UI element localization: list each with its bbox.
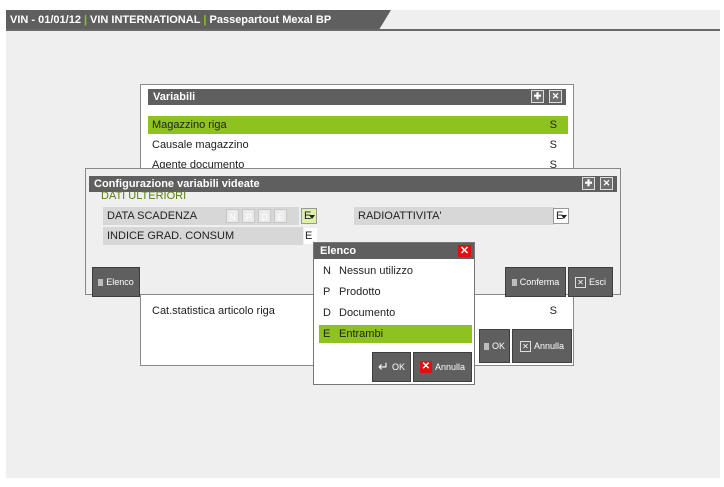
title-separator: | [203,13,207,26]
data-scadenza-select[interactable]: E [301,208,317,224]
list-item[interactable]: Causale magazzino S [148,136,568,154]
row-label: Causale magazzino [152,139,249,151]
radio-row: RADIOATTIVITA' [354,207,554,225]
field-label: DATA SCADENZA [107,210,198,222]
field-label: INDICE GRAD. CONSUM [107,230,235,242]
row-value: S [549,139,557,151]
ok-button[interactable]: OK [479,329,510,363]
section-label: DATI ULTERIORI [101,190,187,202]
elenco-annulla-button[interactable]: ✕ Annulla [413,352,472,382]
tools-icon: ✕ [519,340,531,352]
elenco-popup: Elenco ✕ N Nessun utilizzo P Prodotto D … [313,242,475,385]
elenco-button[interactable]: Elenco [92,267,140,297]
list-item[interactable]: N Nessun utilizzo [319,262,472,280]
list-item[interactable]: P Prodotto [319,283,472,301]
list-item[interactable]: E Entrambi [319,325,472,343]
button-marker-icon [98,278,104,286]
conferma-button[interactable]: Conferma [505,267,566,297]
option-box-d[interactable]: D [258,209,271,223]
tools-icon: ✕ [574,276,586,288]
option-box-p[interactable]: P [242,209,255,223]
close-icon[interactable]: ✕ [600,177,613,190]
config-title: Configurazione variabili videate [94,178,260,190]
title-tab: VIN - 01/01/12 | VIN INTERNATIONAL | Pas… [6,10,391,29]
row-value: S [549,119,557,131]
annulla-button[interactable]: ✕ Annulla [512,329,572,363]
elenco-title: Elenco [320,245,357,257]
button-marker-icon [511,278,517,286]
maximize-icon[interactable]: ✚ [582,177,595,190]
enter-icon: ↵ [378,359,389,374]
option-box-e[interactable]: E [274,209,287,223]
row-label: Magazzino riga [152,119,227,131]
row-value: S [549,305,557,317]
variabili-title: Variabili [153,91,196,103]
close-icon[interactable]: ✕ [549,90,562,103]
elenco-header: Elenco ✕ [314,243,474,259]
title-separator: | [83,13,88,26]
title-company: VIN INTERNATIONAL [90,13,201,26]
list-item[interactable]: Magazzino riga S [148,116,568,134]
title-date: VIN - 01/01/12 [10,13,81,26]
radio-select[interactable]: E [553,208,569,224]
cancel-icon: ✕ [419,361,432,373]
maximize-icon[interactable]: ✚ [531,90,544,103]
chevron-down-icon [561,215,567,219]
title-app: Passepartout Mexal BP [209,13,332,26]
variabili-header: Variabili ✚ ✕ [148,89,566,105]
indice-row: INDICE GRAD. CONSUM [103,227,303,245]
option-box-n[interactable]: N [226,209,239,223]
esci-button[interactable]: ✕ Esci [568,267,613,297]
field-label: RADIOATTIVITA' [358,210,442,222]
list-item[interactable]: D Documento [319,304,472,322]
row-label: Cat.statistica articolo riga [152,305,275,317]
elenco-ok-button[interactable]: ↵ OK [372,352,411,382]
chevron-down-icon [309,215,315,219]
button-marker-icon [483,342,489,350]
title-underline [6,29,720,31]
close-icon[interactable]: ✕ [458,245,471,257]
